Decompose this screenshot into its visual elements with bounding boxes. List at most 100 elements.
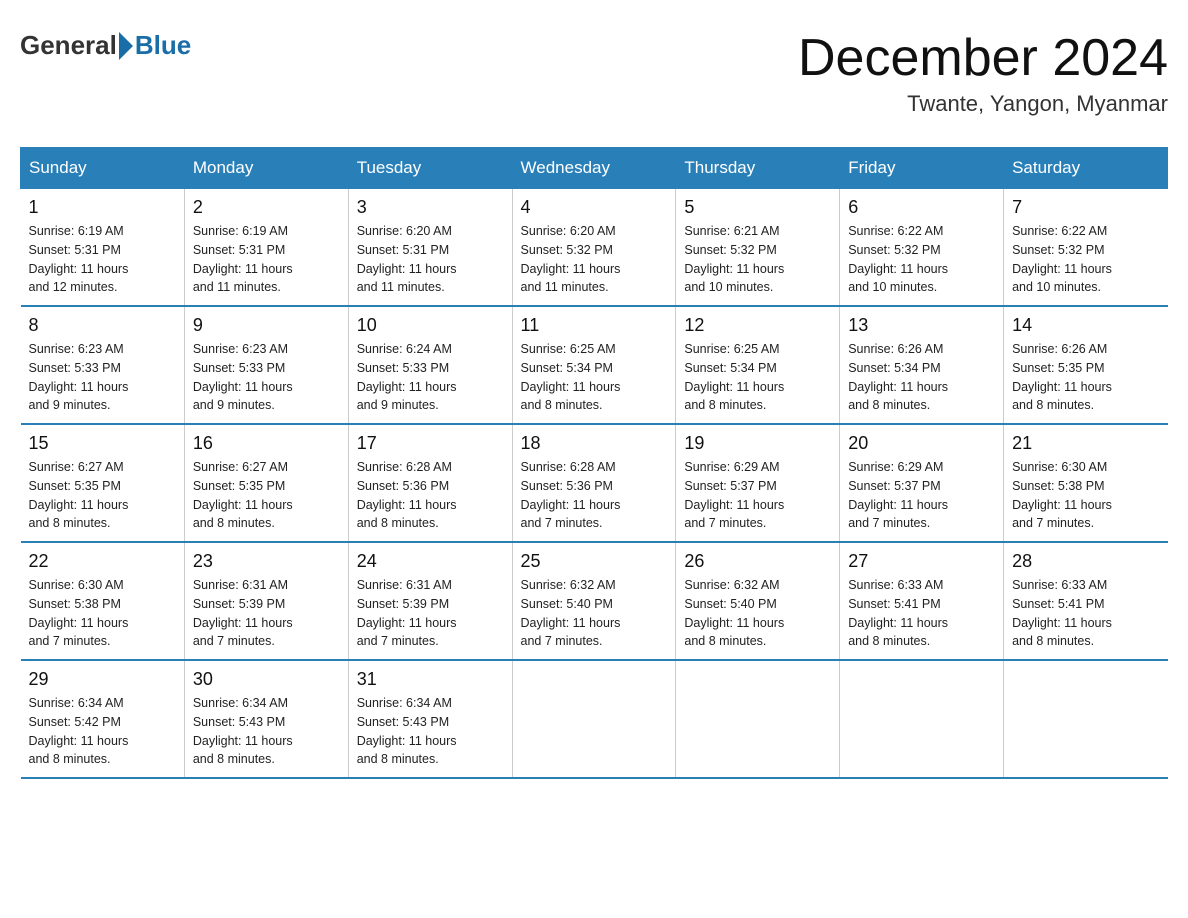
day-info: Sunrise: 6:19 AMSunset: 5:31 PMDaylight:… xyxy=(193,222,340,297)
day-info: Sunrise: 6:25 AMSunset: 5:34 PMDaylight:… xyxy=(521,340,668,415)
page-header: General Blue December 2024 Twante, Yango… xyxy=(20,20,1168,127)
day-info: Sunrise: 6:30 AMSunset: 5:38 PMDaylight:… xyxy=(1012,458,1159,533)
day-number: 30 xyxy=(193,669,340,690)
day-info: Sunrise: 6:27 AMSunset: 5:35 PMDaylight:… xyxy=(29,458,176,533)
day-info: Sunrise: 6:21 AMSunset: 5:32 PMDaylight:… xyxy=(684,222,831,297)
day-number: 26 xyxy=(684,551,831,572)
day-number: 17 xyxy=(357,433,504,454)
calendar-cell: 8 Sunrise: 6:23 AMSunset: 5:33 PMDayligh… xyxy=(21,306,185,424)
calendar-cell: 23 Sunrise: 6:31 AMSunset: 5:39 PMDaylig… xyxy=(184,542,348,660)
day-number: 2 xyxy=(193,197,340,218)
header-friday: Friday xyxy=(840,148,1004,189)
calendar-cell xyxy=(512,660,676,778)
calendar-cell: 18 Sunrise: 6:28 AMSunset: 5:36 PMDaylig… xyxy=(512,424,676,542)
day-number: 31 xyxy=(357,669,504,690)
day-info: Sunrise: 6:34 AMSunset: 5:43 PMDaylight:… xyxy=(193,694,340,769)
day-number: 13 xyxy=(848,315,995,336)
title-section: December 2024 Twante, Yangon, Myanmar xyxy=(798,30,1168,117)
calendar-cell: 1 Sunrise: 6:19 AMSunset: 5:31 PMDayligh… xyxy=(21,189,185,307)
calendar-cell: 20 Sunrise: 6:29 AMSunset: 5:37 PMDaylig… xyxy=(840,424,1004,542)
calendar-cell: 3 Sunrise: 6:20 AMSunset: 5:31 PMDayligh… xyxy=(348,189,512,307)
calendar-cell: 5 Sunrise: 6:21 AMSunset: 5:32 PMDayligh… xyxy=(676,189,840,307)
header-saturday: Saturday xyxy=(1004,148,1168,189)
calendar-cell: 21 Sunrise: 6:30 AMSunset: 5:38 PMDaylig… xyxy=(1004,424,1168,542)
calendar-cell: 10 Sunrise: 6:24 AMSunset: 5:33 PMDaylig… xyxy=(348,306,512,424)
calendar-cell: 15 Sunrise: 6:27 AMSunset: 5:35 PMDaylig… xyxy=(21,424,185,542)
calendar-cell: 2 Sunrise: 6:19 AMSunset: 5:31 PMDayligh… xyxy=(184,189,348,307)
day-number: 24 xyxy=(357,551,504,572)
logo-arrow-icon xyxy=(119,32,133,60)
calendar-week-row: 29 Sunrise: 6:34 AMSunset: 5:42 PMDaylig… xyxy=(21,660,1168,778)
calendar-cell xyxy=(676,660,840,778)
day-info: Sunrise: 6:34 AMSunset: 5:43 PMDaylight:… xyxy=(357,694,504,769)
day-info: Sunrise: 6:31 AMSunset: 5:39 PMDaylight:… xyxy=(357,576,504,651)
day-number: 11 xyxy=(521,315,668,336)
calendar-cell: 12 Sunrise: 6:25 AMSunset: 5:34 PMDaylig… xyxy=(676,306,840,424)
calendar-cell: 9 Sunrise: 6:23 AMSunset: 5:33 PMDayligh… xyxy=(184,306,348,424)
calendar-cell: 24 Sunrise: 6:31 AMSunset: 5:39 PMDaylig… xyxy=(348,542,512,660)
day-number: 8 xyxy=(29,315,176,336)
calendar-cell: 11 Sunrise: 6:25 AMSunset: 5:34 PMDaylig… xyxy=(512,306,676,424)
day-info: Sunrise: 6:34 AMSunset: 5:42 PMDaylight:… xyxy=(29,694,176,769)
calendar-cell: 16 Sunrise: 6:27 AMSunset: 5:35 PMDaylig… xyxy=(184,424,348,542)
day-number: 6 xyxy=(848,197,995,218)
day-number: 9 xyxy=(193,315,340,336)
day-number: 3 xyxy=(357,197,504,218)
day-info: Sunrise: 6:32 AMSunset: 5:40 PMDaylight:… xyxy=(684,576,831,651)
calendar-cell: 19 Sunrise: 6:29 AMSunset: 5:37 PMDaylig… xyxy=(676,424,840,542)
calendar-week-row: 8 Sunrise: 6:23 AMSunset: 5:33 PMDayligh… xyxy=(21,306,1168,424)
calendar-cell xyxy=(1004,660,1168,778)
day-number: 20 xyxy=(848,433,995,454)
header-sunday: Sunday xyxy=(21,148,185,189)
calendar-cell: 31 Sunrise: 6:34 AMSunset: 5:43 PMDaylig… xyxy=(348,660,512,778)
day-info: Sunrise: 6:23 AMSunset: 5:33 PMDaylight:… xyxy=(29,340,176,415)
day-info: Sunrise: 6:25 AMSunset: 5:34 PMDaylight:… xyxy=(684,340,831,415)
day-number: 23 xyxy=(193,551,340,572)
day-number: 28 xyxy=(1012,551,1159,572)
calendar-cell: 30 Sunrise: 6:34 AMSunset: 5:43 PMDaylig… xyxy=(184,660,348,778)
logo-blue-text: Blue xyxy=(135,30,191,61)
day-info: Sunrise: 6:28 AMSunset: 5:36 PMDaylight:… xyxy=(357,458,504,533)
day-number: 22 xyxy=(29,551,176,572)
day-number: 5 xyxy=(684,197,831,218)
day-info: Sunrise: 6:33 AMSunset: 5:41 PMDaylight:… xyxy=(1012,576,1159,651)
day-info: Sunrise: 6:22 AMSunset: 5:32 PMDaylight:… xyxy=(848,222,995,297)
day-info: Sunrise: 6:29 AMSunset: 5:37 PMDaylight:… xyxy=(848,458,995,533)
calendar-cell: 13 Sunrise: 6:26 AMSunset: 5:34 PMDaylig… xyxy=(840,306,1004,424)
calendar-cell: 26 Sunrise: 6:32 AMSunset: 5:40 PMDaylig… xyxy=(676,542,840,660)
day-info: Sunrise: 6:23 AMSunset: 5:33 PMDaylight:… xyxy=(193,340,340,415)
calendar-cell xyxy=(840,660,1004,778)
day-info: Sunrise: 6:26 AMSunset: 5:34 PMDaylight:… xyxy=(848,340,995,415)
day-info: Sunrise: 6:30 AMSunset: 5:38 PMDaylight:… xyxy=(29,576,176,651)
day-info: Sunrise: 6:31 AMSunset: 5:39 PMDaylight:… xyxy=(193,576,340,651)
day-number: 1 xyxy=(29,197,176,218)
header-tuesday: Tuesday xyxy=(348,148,512,189)
day-number: 10 xyxy=(357,315,504,336)
day-number: 27 xyxy=(848,551,995,572)
day-number: 18 xyxy=(521,433,668,454)
header-monday: Monday xyxy=(184,148,348,189)
calendar-cell: 29 Sunrise: 6:34 AMSunset: 5:42 PMDaylig… xyxy=(21,660,185,778)
day-info: Sunrise: 6:29 AMSunset: 5:37 PMDaylight:… xyxy=(684,458,831,533)
calendar-cell: 14 Sunrise: 6:26 AMSunset: 5:35 PMDaylig… xyxy=(1004,306,1168,424)
day-info: Sunrise: 6:24 AMSunset: 5:33 PMDaylight:… xyxy=(357,340,504,415)
day-number: 16 xyxy=(193,433,340,454)
calendar-table: SundayMondayTuesdayWednesdayThursdayFrid… xyxy=(20,147,1168,779)
calendar-cell: 22 Sunrise: 6:30 AMSunset: 5:38 PMDaylig… xyxy=(21,542,185,660)
day-info: Sunrise: 6:22 AMSunset: 5:32 PMDaylight:… xyxy=(1012,222,1159,297)
day-number: 29 xyxy=(29,669,176,690)
day-number: 15 xyxy=(29,433,176,454)
day-number: 12 xyxy=(684,315,831,336)
calendar-cell: 17 Sunrise: 6:28 AMSunset: 5:36 PMDaylig… xyxy=(348,424,512,542)
day-info: Sunrise: 6:20 AMSunset: 5:31 PMDaylight:… xyxy=(357,222,504,297)
calendar-week-row: 15 Sunrise: 6:27 AMSunset: 5:35 PMDaylig… xyxy=(21,424,1168,542)
day-info: Sunrise: 6:28 AMSunset: 5:36 PMDaylight:… xyxy=(521,458,668,533)
day-info: Sunrise: 6:27 AMSunset: 5:35 PMDaylight:… xyxy=(193,458,340,533)
calendar-cell: 4 Sunrise: 6:20 AMSunset: 5:32 PMDayligh… xyxy=(512,189,676,307)
day-number: 19 xyxy=(684,433,831,454)
logo-general-text: General xyxy=(20,30,117,61)
calendar-header-row: SundayMondayTuesdayWednesdayThursdayFrid… xyxy=(21,148,1168,189)
calendar-cell: 7 Sunrise: 6:22 AMSunset: 5:32 PMDayligh… xyxy=(1004,189,1168,307)
month-title: December 2024 xyxy=(798,30,1168,87)
logo: General Blue xyxy=(20,30,191,61)
